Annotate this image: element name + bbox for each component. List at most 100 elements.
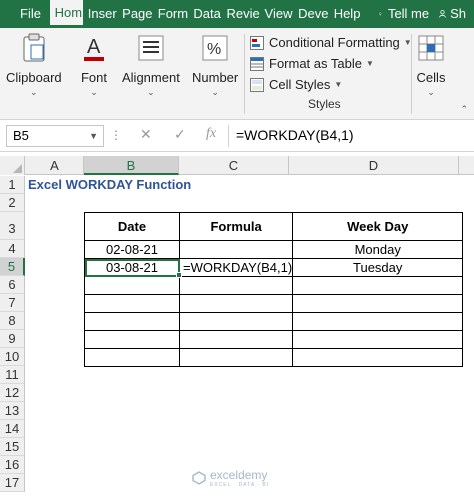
cell-b5[interactable]: 03-08-21 [84,258,180,277]
cell-b9[interactable] [84,330,180,349]
row-header-11[interactable]: 11 [0,366,25,384]
cell-c5[interactable]: =WORKDAY(B4,1) [178,258,294,277]
cell-d4[interactable]: Monday [292,240,464,259]
tab-home[interactable]: Hom [49,0,83,28]
table-row [84,276,464,295]
tab-help[interactable]: Help [329,0,362,28]
cells-icon [415,32,447,64]
font-group[interactable]: A Font ⌄ [78,32,110,98]
tab-formulas[interactable]: Form [153,0,189,28]
tab-insert[interactable]: Inser [83,0,117,28]
tab-file[interactable]: File [0,0,50,28]
watermark: exceldemy EXCEL · DATA · BI [192,468,269,488]
row-header-15[interactable]: 15 [0,438,25,456]
tell-me-search[interactable]: Tell me [361,0,434,28]
cell-b10[interactable] [84,348,180,367]
share-button[interactable]: Sh [434,0,474,28]
sheet-title[interactable]: Excel WORKDAY Function [28,177,191,192]
row-header-2[interactable]: 2 [0,194,25,212]
number-group[interactable]: % Number ⌄ [192,32,238,98]
chevron-down-icon: ⌄ [147,87,155,97]
format-as-table-button[interactable]: Format as Table ▼ [250,53,412,74]
cell-c8[interactable] [178,312,294,331]
row-header-9[interactable]: 9 [0,330,25,348]
row-header-17[interactable]: 17 [0,474,25,492]
cells-group[interactable]: Cells ⌄ [415,32,447,98]
clipboard-group[interactable]: Clipboard ⌄ [6,32,62,98]
cell-b8[interactable] [84,312,180,331]
row-header-3[interactable]: 3 [0,212,25,240]
row-header-16[interactable]: 16 [0,456,25,474]
chevron-down-icon: ▼ [89,131,98,141]
cell-d6[interactable] [292,276,464,295]
row-header-14[interactable]: 14 [0,420,25,438]
cell-c7[interactable] [178,294,294,313]
exceldemy-logo-icon [192,471,206,485]
cells-label: Cells [416,70,446,85]
format-as-table-label: Format as Table [269,56,362,71]
cancel-icon[interactable]: ✕ [140,126,152,143]
formula-bar: B5 ▼ ⋮ ✕ ✓ fx =WORKDAY(B4,1) [0,120,474,152]
cell-d10[interactable] [292,348,464,367]
watermark-tagline: EXCEL · DATA · BI [210,482,270,488]
more-options-icon[interactable]: ⋮ [110,128,122,142]
cell-d5[interactable]: Tuesday [292,258,464,277]
font-icon: A [78,32,110,64]
styles-group-label: Styles [308,97,341,111]
row-header-6[interactable]: 6 [0,276,25,294]
tab-developer[interactable]: Deve [293,0,329,28]
styles-list: Conditional Formatting ▼ Format as Table… [250,32,412,95]
cell-c10[interactable] [178,348,294,367]
select-all-button[interactable] [0,156,25,175]
chevron-down-icon: ▼ [365,59,374,68]
fill-handle[interactable] [176,272,182,278]
conditional-formatting-button[interactable]: Conditional Formatting ▼ [250,32,412,53]
cell-styles-label: Cell Styles [269,77,331,92]
collapse-ribbon-icon[interactable]: ⌃ [460,104,468,115]
tab-data[interactable]: Data [188,0,221,28]
cell-b4[interactable]: 02-08-21 [84,240,180,259]
column-header-b[interactable]: B [84,156,179,175]
tab-review[interactable]: Revie [222,0,260,28]
cell-c9[interactable] [178,330,294,349]
number-label: Number [192,70,239,85]
row-header-4[interactable]: 4 [0,240,25,258]
row-header-5[interactable]: 5 [0,258,25,276]
header-date[interactable]: Date [84,212,180,241]
cell-b6[interactable] [84,276,180,295]
row-header-10[interactable]: 10 [0,348,25,366]
ribbon-tab-bar: File Hom Inser Page Form Data Revie View… [0,0,474,28]
ribbon-home: Clipboard ⌄ A Font ⌄ Alignment ⌄ % Numbe… [0,28,474,120]
column-header-c[interactable]: C [179,156,289,175]
row-header-8[interactable]: 8 [0,312,25,330]
cell-styles-button[interactable]: Cell Styles ▼ [250,74,412,95]
chevron-down-icon: ⌄ [90,87,98,97]
cell-c6[interactable] [178,276,294,295]
row-header-12[interactable]: 12 [0,384,25,402]
alignment-group[interactable]: Alignment ⌄ [122,32,180,98]
tab-view[interactable]: View [260,0,294,28]
column-headers: A B C D [0,156,474,175]
row-header-1[interactable]: 1 [0,176,25,194]
tab-page-layout[interactable]: Page [117,0,153,28]
header-week-day[interactable]: Week Day [292,212,464,241]
column-header-a[interactable]: A [26,156,84,175]
row-header-7[interactable]: 7 [0,294,25,312]
percent-icon: % [199,32,231,64]
enter-icon[interactable]: ✓ [174,126,186,143]
cell-d7[interactable] [292,294,464,313]
chevron-down-icon: ▼ [334,80,343,89]
insert-function-icon[interactable]: fx [206,126,216,142]
cell-d9[interactable] [292,330,464,349]
table-row: 02-08-21 Monday [84,240,464,259]
ribbon-divider [411,34,412,114]
tell-me-label: Tell me [387,6,430,21]
formula-input[interactable]: =WORKDAY(B4,1) [236,127,354,143]
cell-d8[interactable] [292,312,464,331]
header-formula[interactable]: Formula [178,212,294,241]
name-box[interactable]: B5 ▼ [6,125,104,147]
cell-c4[interactable] [178,240,294,259]
row-header-13[interactable]: 13 [0,402,25,420]
column-header-d[interactable]: D [289,156,459,175]
cell-b7[interactable] [84,294,180,313]
